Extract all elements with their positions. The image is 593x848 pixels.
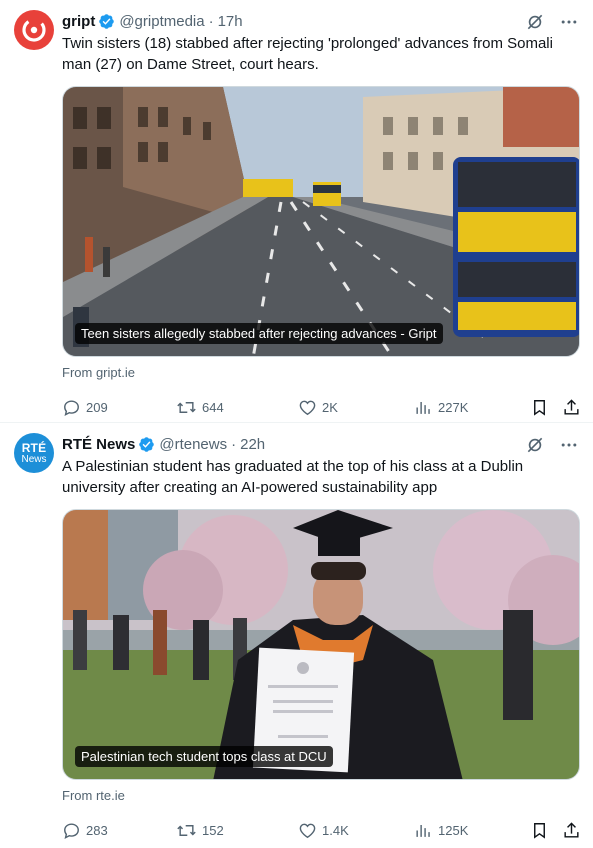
views-button[interactable]: 227K <box>414 397 468 417</box>
header-actions <box>525 12 579 32</box>
avatar-rte-line2: News <box>21 453 47 465</box>
handle[interactable]: @rtenews <box>159 436 227 453</box>
bookmark-button[interactable] <box>530 397 549 417</box>
reply-count: 209 <box>86 399 108 415</box>
tweet-rte[interactable]: RTÉ News RTÉ News @rtenews · 22h A Pales… <box>0 423 593 848</box>
repost-button[interactable]: 152 <box>176 820 224 840</box>
display-name[interactable]: gript <box>62 13 95 30</box>
reply-icon <box>64 399 79 416</box>
action-bar: 283 152 1.4K 125K <box>62 814 579 848</box>
graduation-photo-image <box>63 510 579 779</box>
like-icon <box>299 400 316 415</box>
grok-icon[interactable] <box>525 12 545 32</box>
reply-count: 283 <box>86 822 108 838</box>
more-icon[interactable] <box>559 435 579 455</box>
display-name[interactable]: RTÉ News <box>62 436 135 453</box>
separator: · <box>231 435 237 453</box>
tweet-header: gript @griptmedia · 17h <box>62 10 579 32</box>
repost-button[interactable]: 644 <box>176 397 224 417</box>
bookmark-icon <box>534 399 545 416</box>
repost-icon <box>177 401 196 413</box>
avatar-rte-line1: RTÉ <box>21 440 47 455</box>
views-icon <box>416 824 430 837</box>
card-caption: Palestinian tech student tops class at D… <box>75 746 333 767</box>
like-count: 2K <box>322 399 338 415</box>
bookmark-icon <box>534 822 545 839</box>
like-button[interactable]: 1.4K <box>298 820 349 840</box>
repost-icon <box>177 824 196 836</box>
repost-count: 644 <box>202 399 224 415</box>
views-icon <box>416 401 430 414</box>
card-caption: Teen sisters allegedly stabbed after rej… <box>75 323 443 344</box>
share-button[interactable] <box>562 397 581 417</box>
like-button[interactable]: 2K <box>298 397 338 417</box>
share-button[interactable] <box>562 820 581 840</box>
verified-badge-icon <box>98 13 115 30</box>
header-actions <box>525 435 579 455</box>
reply-icon <box>64 822 79 839</box>
tweet-text: Twin sisters (18) stabbed after rejectin… <box>62 35 553 73</box>
grok-icon[interactable] <box>525 435 545 455</box>
link-card-image[interactable]: Teen sisters allegedly stabbed after rej… <box>62 86 580 357</box>
reply-button[interactable]: 283 <box>62 820 108 840</box>
link-card-image[interactable]: Palestinian tech student tops class at D… <box>62 509 580 780</box>
share-icon <box>564 821 579 838</box>
tweet-header: RTÉ News @rtenews · 22h <box>62 433 579 455</box>
like-count: 1.4K <box>322 822 349 838</box>
like-icon <box>299 823 316 838</box>
verified-badge-icon <box>138 436 155 453</box>
handle[interactable]: @griptmedia <box>119 13 204 30</box>
share-icon <box>564 398 579 415</box>
separator: · <box>208 12 214 30</box>
timestamp[interactable]: 22h <box>240 436 265 453</box>
reply-button[interactable]: 209 <box>62 397 108 417</box>
views-count: 125K <box>438 822 469 838</box>
tweet-gript[interactable]: gript @griptmedia · 17h Twin sisters (18… <box>0 0 593 423</box>
views-count: 227K <box>438 399 469 415</box>
avatar-rte[interactable]: RTÉ News <box>14 433 54 473</box>
card-source[interactable]: From gript.ie <box>62 363 579 383</box>
timestamp[interactable]: 17h <box>218 13 243 30</box>
views-button[interactable]: 125K <box>414 820 468 840</box>
street-scene-image <box>63 87 579 356</box>
gript-logo-icon <box>22 18 46 42</box>
avatar-gript[interactable] <box>14 10 54 50</box>
card-source[interactable]: From rte.ie <box>62 786 579 806</box>
repost-count: 152 <box>202 822 224 838</box>
more-icon[interactable] <box>559 12 579 32</box>
bookmark-button[interactable] <box>530 820 549 840</box>
tweet-text: A Palestinian student has graduated at t… <box>62 458 524 496</box>
